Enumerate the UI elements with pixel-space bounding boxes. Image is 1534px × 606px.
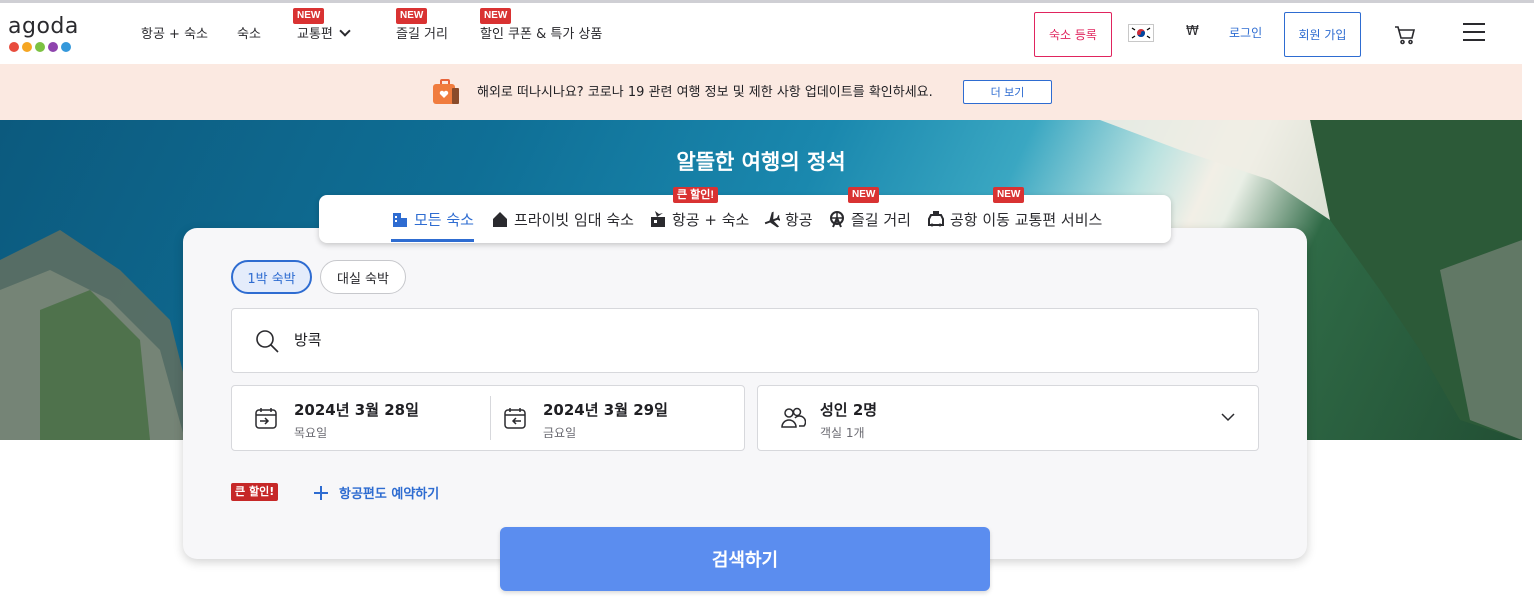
- cart-icon[interactable]: [1394, 25, 1416, 45]
- calendar-checkin-icon: [255, 408, 277, 429]
- plus-icon: [314, 485, 328, 500]
- search-icon: [256, 330, 279, 353]
- notice-text: 해외로 떠나시나요? 코로나 19 관련 여행 정보 및 제한 사항 업데이트를…: [477, 85, 933, 100]
- logo-text: agoda: [8, 14, 79, 39]
- tab-private-rental-label: 프라이빗 임대 숙소: [514, 210, 634, 229]
- airplane-icon: [764, 211, 780, 228]
- active-tab-indicator: [391, 239, 474, 242]
- page: agoda 항공 + 숙소 숙소 NEW 교통편 NEW 즐길 거리 NEW 할…: [0, 0, 1534, 606]
- menu-icon[interactable]: [1463, 23, 1485, 41]
- nav-transport[interactable]: 교통편: [297, 23, 351, 42]
- hotel-icon: [393, 213, 407, 227]
- new-badge: NEW: [480, 8, 512, 24]
- covid-notice-banner: 해외로 떠나시나요? 코로나 19 관련 여행 정보 및 제한 사항 업데이트를…: [0, 64, 1522, 120]
- new-badge: NEW: [993, 187, 1025, 203]
- nav-activities[interactable]: 즐길 거리: [396, 23, 448, 42]
- korea-flag-icon[interactable]: [1128, 24, 1154, 42]
- day-use-stay-pill[interactable]: 대실 숙박: [320, 260, 406, 294]
- car-icon: [928, 211, 944, 227]
- new-badge: NEW: [293, 8, 325, 24]
- agoda-logo[interactable]: agoda: [8, 16, 88, 56]
- list-property-button[interactable]: 숙소 등록: [1034, 12, 1112, 57]
- nav-deals[interactable]: 할인 쿠폰 & 특가 상품: [480, 23, 602, 42]
- product-tabs: 모든 숙소 프라이빗 임대 숙소 항공 + 숙소 항공 즐길 거리 공항 이동 …: [319, 195, 1171, 243]
- signup-button[interactable]: 회원 가입: [1284, 12, 1361, 57]
- currency-selector[interactable]: ₩: [1186, 24, 1199, 39]
- new-badge: NEW: [848, 187, 880, 203]
- tab-flight-hotel-label: 항공 + 숙소: [672, 210, 750, 229]
- date-range-field[interactable]: 2024년 3월 28일 목요일 2024년 3월 29일 금요일: [231, 385, 745, 451]
- nav-stays[interactable]: 숙소: [237, 23, 261, 42]
- chevron-down-icon: [1221, 413, 1235, 422]
- calendar-checkout-icon: [504, 408, 526, 429]
- add-flight-link[interactable]: 항공편도 예약하기: [313, 483, 439, 502]
- checkout-field[interactable]: 2024년 3월 29일 금요일: [491, 386, 745, 450]
- big-discount-badge: 큰 할인!: [673, 187, 719, 203]
- tab-flights-label: 항공: [785, 210, 813, 229]
- nav-flights-hotels[interactable]: 항공 + 숙소: [141, 23, 208, 42]
- checkin-field[interactable]: 2024년 3월 28일 목요일: [232, 386, 490, 450]
- suitcase-icon: [432, 78, 460, 106]
- house-icon: [493, 212, 507, 227]
- nav-transport-label: 교통편: [297, 27, 333, 42]
- new-badge: NEW: [396, 8, 428, 24]
- guests-icon: [781, 407, 806, 428]
- hero-title: 알뜰한 여행의 정석: [676, 150, 846, 174]
- tab-flights[interactable]: 항공: [762, 195, 813, 243]
- tab-all-stays[interactable]: 모든 숙소: [391, 195, 474, 243]
- destination-value: 방콕: [294, 331, 322, 349]
- tab-activities-label: 즐길 거리: [851, 210, 911, 229]
- rooms-count: 객실 1개: [820, 426, 865, 440]
- chevron-down-icon: [339, 25, 351, 37]
- checkout-weekday: 금요일: [543, 426, 577, 440]
- destination-input[interactable]: 방콕: [231, 308, 1259, 373]
- big-discount-badge: 큰 할인!: [231, 483, 279, 501]
- guests-count: 성인 2명: [820, 401, 878, 419]
- tab-all-stays-label: 모든 숙소: [414, 210, 474, 229]
- overnight-stay-pill[interactable]: 1박 숙박: [231, 260, 312, 294]
- tab-private-rental[interactable]: 프라이빗 임대 숙소: [491, 195, 634, 243]
- checkin-date: 2024년 3월 28일: [294, 401, 419, 419]
- ferris-wheel-icon: [830, 211, 844, 228]
- checkout-date: 2024년 3월 29일: [543, 401, 668, 419]
- search-button[interactable]: 검색하기: [500, 527, 990, 591]
- login-link[interactable]: 로그인: [1229, 24, 1262, 41]
- logo-dots: [8, 42, 88, 52]
- guests-field[interactable]: 성인 2명 객실 1개: [757, 385, 1259, 451]
- add-flight-label: 항공편도 예약하기: [339, 487, 440, 502]
- checkin-weekday: 목요일: [294, 426, 328, 440]
- header: agoda 항공 + 숙소 숙소 NEW 교통편 NEW 즐길 거리 NEW 할…: [0, 3, 1534, 64]
- flight-hotel-icon: [651, 211, 665, 227]
- notice-more-button[interactable]: 더 보기: [963, 80, 1052, 104]
- tab-airport-transfer-label: 공항 이동 교통편 서비스: [950, 210, 1103, 229]
